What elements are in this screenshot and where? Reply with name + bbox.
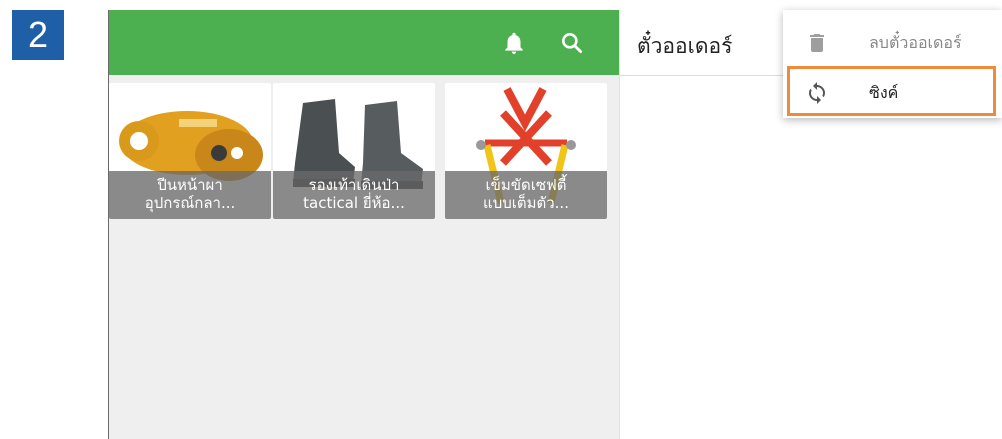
bell-icon[interactable] <box>501 30 527 56</box>
highlight-box <box>787 66 996 116</box>
trash-icon <box>805 31 829 55</box>
search-icon[interactable] <box>559 30 585 56</box>
delete-order-label: ลบตั๋วออเดอร์ <box>869 33 962 52</box>
product-caption-line1: รองเท้าเดินป่า <box>308 176 400 194</box>
order-title: ตั๋วออเดอร์ <box>637 34 733 58</box>
product-caption-line2: อุปกรณ์กลา... <box>144 194 236 212</box>
product-caption: ปีนหน้าผา อุปกรณ์กลา... <box>109 171 271 219</box>
delete-order-menu-item[interactable]: ลบตั๋วออเดอร์ <box>783 18 1002 68</box>
app-bar <box>109 10 619 75</box>
product-card[interactable]: เข็มขัดเซฟตี้ แบบเต็มตัว... <box>445 83 607 219</box>
product-caption-line2: tactical ยี่ห้อ... <box>303 194 405 212</box>
product-panel: ปีนหน้าผา อุปกรณ์กลา... รองเท้าเดินป่า t… <box>108 10 619 439</box>
product-caption-line1: เข็มขัดเซฟตี้ <box>485 176 567 194</box>
step-number-badge: 2 <box>12 10 64 60</box>
product-caption-line1: ปีนหน้าผา <box>157 176 223 194</box>
product-caption: เข็มขัดเซฟตี้ แบบเต็มตัว... <box>445 171 607 219</box>
product-caption: รองเท้าเดินป่า tactical ยี่ห้อ... <box>273 171 435 219</box>
product-card[interactable]: รองเท้าเดินป่า tactical ยี่ห้อ... <box>273 83 435 219</box>
product-card[interactable]: ปีนหน้าผา อุปกรณ์กลา... <box>109 83 271 219</box>
product-caption-line2: แบบเต็มตัว... <box>483 194 569 212</box>
